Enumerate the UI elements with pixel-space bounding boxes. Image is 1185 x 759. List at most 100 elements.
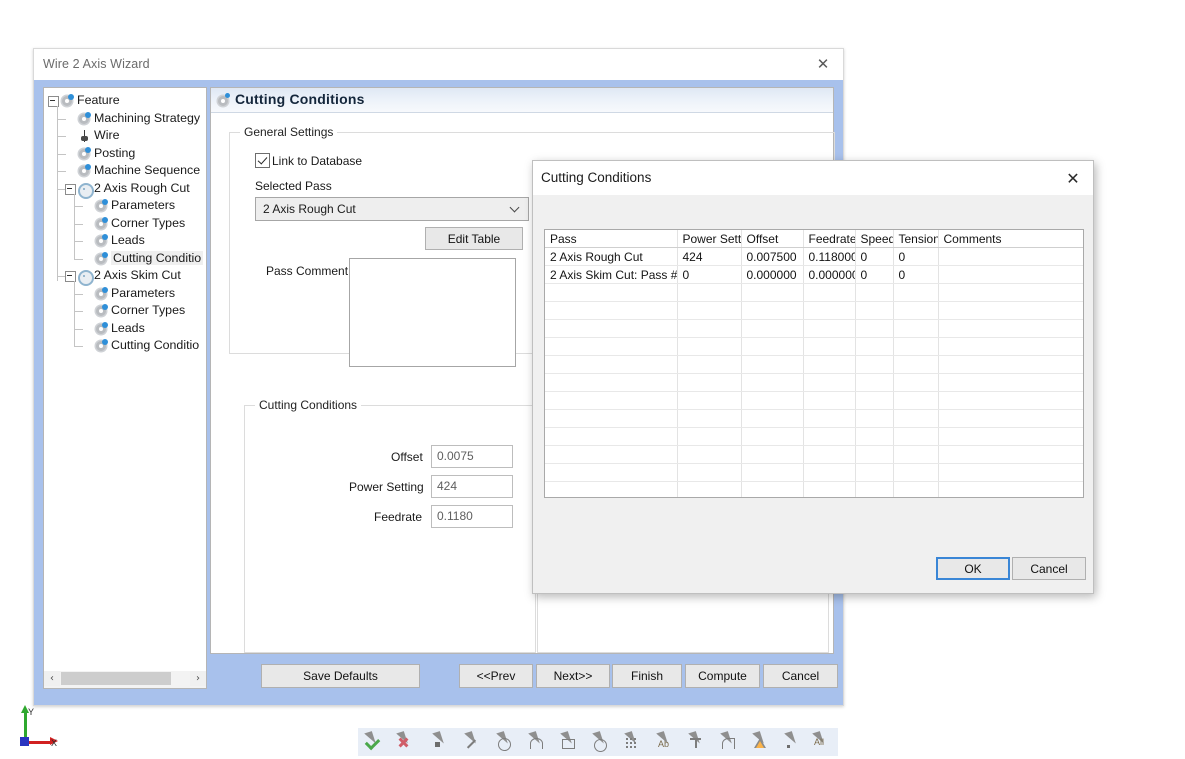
table-row[interactable] xyxy=(545,373,1083,392)
table-cell[interactable] xyxy=(677,283,742,302)
table-cell[interactable] xyxy=(545,319,678,338)
tree-item[interactable]: Leads xyxy=(48,319,206,338)
table-cell[interactable] xyxy=(803,445,856,464)
table-cell[interactable] xyxy=(545,337,678,356)
table-cell[interactable] xyxy=(545,445,678,464)
table-cell[interactable] xyxy=(855,283,894,302)
table-cell[interactable] xyxy=(545,283,678,302)
table-row[interactable] xyxy=(545,445,1083,464)
table-cell[interactable]: 424 xyxy=(677,247,742,266)
table-cell[interactable]: 0 xyxy=(855,265,894,284)
tree-item[interactable]: Posting xyxy=(48,144,206,163)
select-dimension-icon[interactable] xyxy=(690,732,712,753)
table-cell[interactable] xyxy=(803,355,856,374)
feedrate-input[interactable]: 0.1180 xyxy=(431,505,513,528)
cutting-conditions-table[interactable]: PassPower SettingOffsetFeedrateSpeedTens… xyxy=(544,229,1084,498)
table-column-header[interactable]: Speed xyxy=(855,230,894,248)
table-cell[interactable] xyxy=(741,409,804,428)
next-button[interactable]: Next>> xyxy=(536,664,610,688)
table-cell[interactable] xyxy=(938,427,1083,446)
table-cell[interactable] xyxy=(545,391,678,410)
table-cell[interactable] xyxy=(545,409,678,428)
table-cell[interactable] xyxy=(545,301,678,320)
tree-item[interactable]: Machining Strategy xyxy=(48,109,206,128)
table-cell[interactable] xyxy=(677,445,742,464)
table-cell[interactable] xyxy=(893,463,939,482)
power-setting-input[interactable]: 424 xyxy=(431,475,513,498)
table-cell[interactable]: 0.007500 xyxy=(741,247,804,266)
table-cell[interactable] xyxy=(677,337,742,356)
table-cell[interactable] xyxy=(938,463,1083,482)
table-cell[interactable] xyxy=(855,409,894,428)
tree-item[interactable]: Machine Sequence xyxy=(48,162,206,180)
select-face-icon[interactable] xyxy=(562,732,584,753)
table-cell[interactable] xyxy=(893,427,939,446)
table-cell[interactable]: 0 xyxy=(855,247,894,266)
select-surface-icon[interactable] xyxy=(754,732,776,753)
link-to-database-checkbox[interactable] xyxy=(255,153,270,168)
table-cell[interactable] xyxy=(677,427,742,446)
table-cell[interactable] xyxy=(741,463,804,482)
table-cell[interactable] xyxy=(677,391,742,410)
table-cell[interactable] xyxy=(741,427,804,446)
table-row[interactable] xyxy=(545,301,1083,320)
table-row[interactable] xyxy=(545,355,1083,374)
save-defaults-button[interactable]: Save Defaults xyxy=(261,664,420,688)
table-cell[interactable] xyxy=(938,481,1083,497)
table-row[interactable] xyxy=(545,319,1083,338)
table-cell[interactable] xyxy=(893,373,939,392)
tree-item[interactable]: Leads xyxy=(48,232,206,250)
reject-selection-icon[interactable] xyxy=(398,732,420,753)
table-cell[interactable] xyxy=(855,463,894,482)
table-cell[interactable] xyxy=(938,373,1083,392)
selected-pass-dropdown[interactable]: 2 Axis Rough Cut xyxy=(255,197,529,221)
dialog-ok-button[interactable]: OK xyxy=(936,557,1010,580)
table-row[interactable]: 2 Axis Skim Cut: Pass # 1 0 0.000000 0.0000… xyxy=(545,265,1083,284)
table-cell[interactable] xyxy=(803,481,856,497)
table-cell[interactable] xyxy=(545,481,678,497)
table-cell[interactable] xyxy=(803,337,856,356)
select-point-icon[interactable] xyxy=(434,732,456,753)
table-cell[interactable] xyxy=(803,373,856,392)
table-cell[interactable]: 0 xyxy=(677,265,742,284)
table-cell[interactable] xyxy=(741,301,804,320)
table-column-header[interactable]: Feedrate xyxy=(803,230,856,248)
table-cell[interactable] xyxy=(803,409,856,428)
table-cell[interactable] xyxy=(855,391,894,410)
table-cell[interactable] xyxy=(677,481,742,497)
table-cell[interactable] xyxy=(938,283,1083,302)
table-cell[interactable] xyxy=(893,445,939,464)
table-cell[interactable] xyxy=(938,319,1083,338)
select-arc-icon[interactable] xyxy=(530,732,552,753)
table-cell[interactable]: 0.000000 xyxy=(741,265,804,284)
table-cell[interactable] xyxy=(938,391,1083,410)
table-cell[interactable] xyxy=(803,301,856,320)
table-cell[interactable] xyxy=(677,355,742,374)
table-column-header[interactable]: Pass xyxy=(545,230,678,248)
offset-input[interactable]: 0.0075 xyxy=(431,445,513,468)
table-cell[interactable] xyxy=(545,373,678,392)
table-cell[interactable]: 0 xyxy=(893,247,939,266)
select-line-icon[interactable] xyxy=(466,732,488,753)
select-vertex-icon[interactable] xyxy=(786,732,808,753)
table-cell[interactable] xyxy=(855,319,894,338)
table-cell[interactable]: 0 xyxy=(893,265,939,284)
edit-table-button[interactable]: Edit Table xyxy=(425,227,523,250)
select-text-icon[interactable]: Ab xyxy=(658,732,680,753)
tree-item[interactable]: 2 Axis Skim Cut xyxy=(48,267,206,286)
table-cell[interactable] xyxy=(741,283,804,302)
table-cell[interactable] xyxy=(893,481,939,497)
table-cell[interactable] xyxy=(938,265,1083,284)
table-column-header[interactable]: Tension xyxy=(893,230,939,248)
cancel-button[interactable]: Cancel xyxy=(763,664,838,688)
table-cell[interactable] xyxy=(677,373,742,392)
table-cell[interactable] xyxy=(545,427,678,446)
table-cell[interactable]: 2 Axis Rough Cut xyxy=(545,247,678,266)
tree-item[interactable]: Corner Types xyxy=(48,302,206,320)
table-cell[interactable] xyxy=(855,301,894,320)
table-cell[interactable]: 0.118000 xyxy=(803,247,856,266)
tree-item[interactable]: Parameters xyxy=(48,284,206,303)
select-circle-icon[interactable] xyxy=(498,732,520,753)
table-cell[interactable] xyxy=(677,301,742,320)
tree-item[interactable]: Cutting Conditio xyxy=(48,337,206,355)
